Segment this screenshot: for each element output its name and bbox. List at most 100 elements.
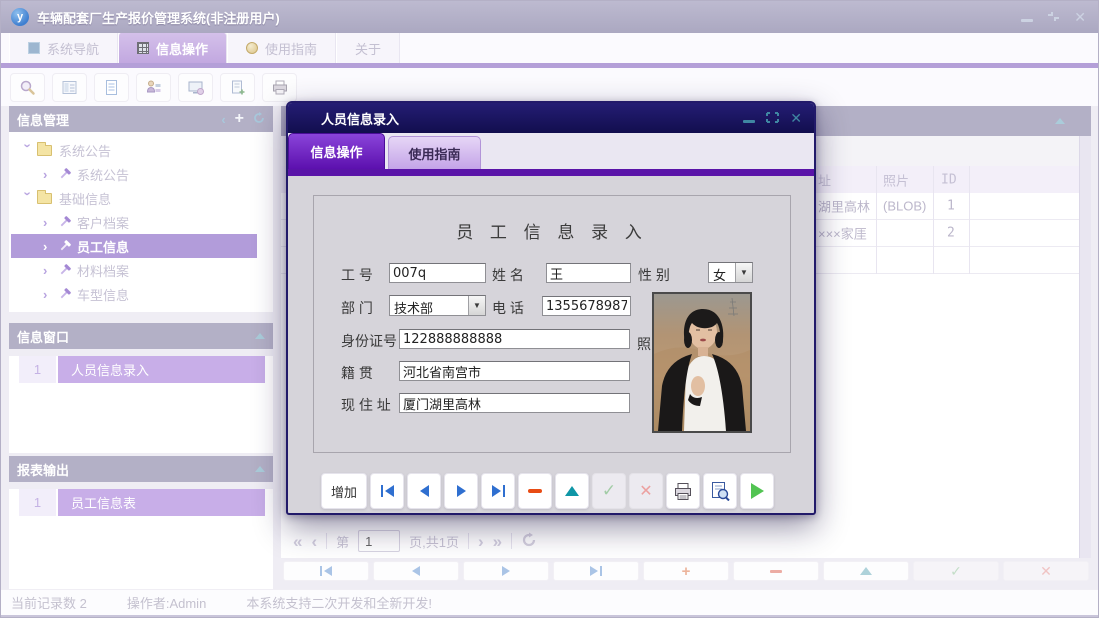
refresh-icon[interactable] <box>521 532 537 551</box>
edit-record-button[interactable] <box>555 473 589 509</box>
info-tree: › 系统公告 › 系统公告 › 基础信息 › 客户档案 › <box>9 132 273 312</box>
add-button[interactable]: 增加 <box>321 473 367 509</box>
status-bar: 当前记录数 2 操作者:Admin 本系统支持二次开发和全新开发! <box>1 589 1099 615</box>
tab-system-nav[interactable]: 系统导航 <box>9 33 118 63</box>
dialog-tabbar: 信息操作 使用指南 <box>288 133 814 169</box>
window-title: 车辆配套厂生产报价管理系统(非注册用户) <box>37 8 280 27</box>
restore-icon[interactable] <box>766 111 779 125</box>
grid-icon <box>137 42 149 54</box>
dialog-tab-info-operation[interactable]: 信息操作 <box>288 133 385 169</box>
tool-icon <box>58 216 71 229</box>
form-icon[interactable] <box>52 73 87 102</box>
tree-node-announce[interactable]: › 系统公告 <box>11 162 257 186</box>
window-icon <box>28 42 40 54</box>
dialog-controls: ✕ <box>743 103 802 133</box>
tab-about[interactable]: 关于 <box>336 33 400 63</box>
phone-input[interactable] <box>542 296 631 316</box>
minimize-icon[interactable] <box>743 111 755 125</box>
tool-icon <box>58 264 71 277</box>
folder-icon <box>37 145 52 156</box>
sidebar: 信息管理 ‹ + › 系统公告 › 系统公告 › 基础信息 <box>9 106 273 586</box>
native-label: 籍 贯 <box>341 363 373 383</box>
execute-button[interactable] <box>740 473 774 509</box>
first-record-button[interactable] <box>283 561 369 581</box>
prev-record-button[interactable] <box>407 473 441 509</box>
search-icon[interactable] <box>10 73 45 102</box>
employee-form: 员 工 信 息 录 入 工 号 姓 名 性 别 女 ▼ 部 门 技术部 ▼ 电 … <box>313 195 791 453</box>
first-page-button[interactable]: « <box>293 533 302 550</box>
dialog-title: 人员信息录入 <box>321 109 399 128</box>
prev-record-button[interactable] <box>373 561 459 581</box>
dialog-titlebar: 人员信息录入 ✕ <box>288 103 814 133</box>
cancel-button: ✕ <box>629 473 663 509</box>
delete-record-button[interactable] <box>733 561 819 581</box>
dialog-tab-user-guide[interactable]: 使用指南 <box>388 136 481 169</box>
tree-node-vehicle[interactable]: › 车型信息 <box>11 282 257 306</box>
tab-user-guide[interactable]: 使用指南 <box>227 33 336 63</box>
name-input[interactable] <box>546 263 631 283</box>
last-record-button[interactable] <box>481 473 515 509</box>
monitor-icon[interactable] <box>178 73 213 102</box>
tree-node-customer[interactable]: › 客户档案 <box>11 210 257 234</box>
confirm-button: ✓ <box>913 561 999 581</box>
emp-no-input[interactable] <box>389 263 486 283</box>
tree-node-material[interactable]: › 材料档案 <box>11 258 257 282</box>
column-photo[interactable]: 照片 <box>883 170 909 189</box>
main-tabbar: 系统导航 信息操作 使用指南 关于 <box>1 33 1099 63</box>
tab-info-operation[interactable]: 信息操作 <box>118 33 227 63</box>
next-record-button[interactable] <box>444 473 478 509</box>
dept-label: 部 门 <box>341 298 373 318</box>
windows-panel-body: 1 人员信息录入 <box>9 356 273 453</box>
collapse-up-icon[interactable] <box>1055 118 1065 124</box>
collapse-left-icon[interactable]: ‹ <box>221 113 225 126</box>
document-icon[interactable] <box>94 73 129 102</box>
confirm-button: ✓ <box>592 473 626 509</box>
native-input[interactable] <box>399 361 630 381</box>
print-preview-button[interactable] <box>703 473 737 509</box>
print-button[interactable] <box>666 473 700 509</box>
first-record-button[interactable] <box>370 473 404 509</box>
tree-node-announce-folder[interactable]: › 系统公告 <box>11 138 257 162</box>
minimize-icon[interactable] <box>1021 10 1033 24</box>
page-number-input[interactable] <box>358 530 400 552</box>
add-record-button[interactable]: + <box>643 561 729 581</box>
column-address[interactable]: 址 <box>818 170 831 189</box>
printer-icon[interactable] <box>262 73 297 102</box>
tree-node-employee[interactable]: › 员工信息 <box>11 234 257 258</box>
id-card-input[interactable] <box>399 329 630 349</box>
collapse-up-icon[interactable] <box>255 333 265 339</box>
dept-select[interactable]: 技术部 ▼ <box>389 295 486 316</box>
edit-record-button[interactable] <box>823 561 909 581</box>
user-icon[interactable] <box>136 73 171 102</box>
prev-page-button[interactable]: ‹ <box>311 533 317 550</box>
vertical-scrollbar[interactable] <box>1079 136 1091 558</box>
next-record-button[interactable] <box>463 561 549 581</box>
delete-record-button[interactable] <box>518 473 552 509</box>
gender-select[interactable]: 女 ▼ <box>708 262 753 283</box>
window-controls: ✕ <box>1021 1 1086 33</box>
pagination-bar: « ‹ 第 页,共1页 › » <box>281 526 1079 556</box>
form-title: 员 工 信 息 录 入 <box>314 218 790 243</box>
list-item-personnel-entry[interactable]: 1 人员信息录入 <box>19 356 265 383</box>
employee-photo <box>652 292 752 433</box>
emp-no-label: 工 号 <box>341 265 373 285</box>
tree-node-base-folder[interactable]: › 基础信息 <box>11 186 257 210</box>
refresh-icon[interactable] <box>253 112 265 126</box>
close-icon[interactable]: ✕ <box>1074 10 1086 24</box>
address-input[interactable] <box>399 393 630 413</box>
next-page-button[interactable]: › <box>478 533 484 550</box>
add-icon[interactable]: + <box>235 111 244 127</box>
app-window: y 车辆配套厂生产报价管理系统(非注册用户) ✕ 系统导航 信息操作 使用指南 … <box>0 0 1099 618</box>
last-record-button[interactable] <box>553 561 639 581</box>
list-item-employee-report[interactable]: 1 员工信息表 <box>19 489 265 516</box>
name-label: 姓 名 <box>492 265 524 285</box>
restore-icon[interactable] <box>1047 10 1060 24</box>
close-icon[interactable]: ✕ <box>790 111 802 125</box>
column-id[interactable]: ID <box>941 172 957 187</box>
last-page-button[interactable]: » <box>493 533 502 550</box>
dialog-button-row: 增加 ✓ ✕ <box>321 473 774 509</box>
document-add-icon[interactable] <box>220 73 255 102</box>
collapse-up-icon[interactable] <box>255 466 265 472</box>
clock-icon <box>246 42 258 54</box>
personnel-entry-dialog: 人员信息录入 ✕ 信息操作 使用指南 员 工 信 息 录 入 工 号 姓 名 性… <box>286 101 816 515</box>
